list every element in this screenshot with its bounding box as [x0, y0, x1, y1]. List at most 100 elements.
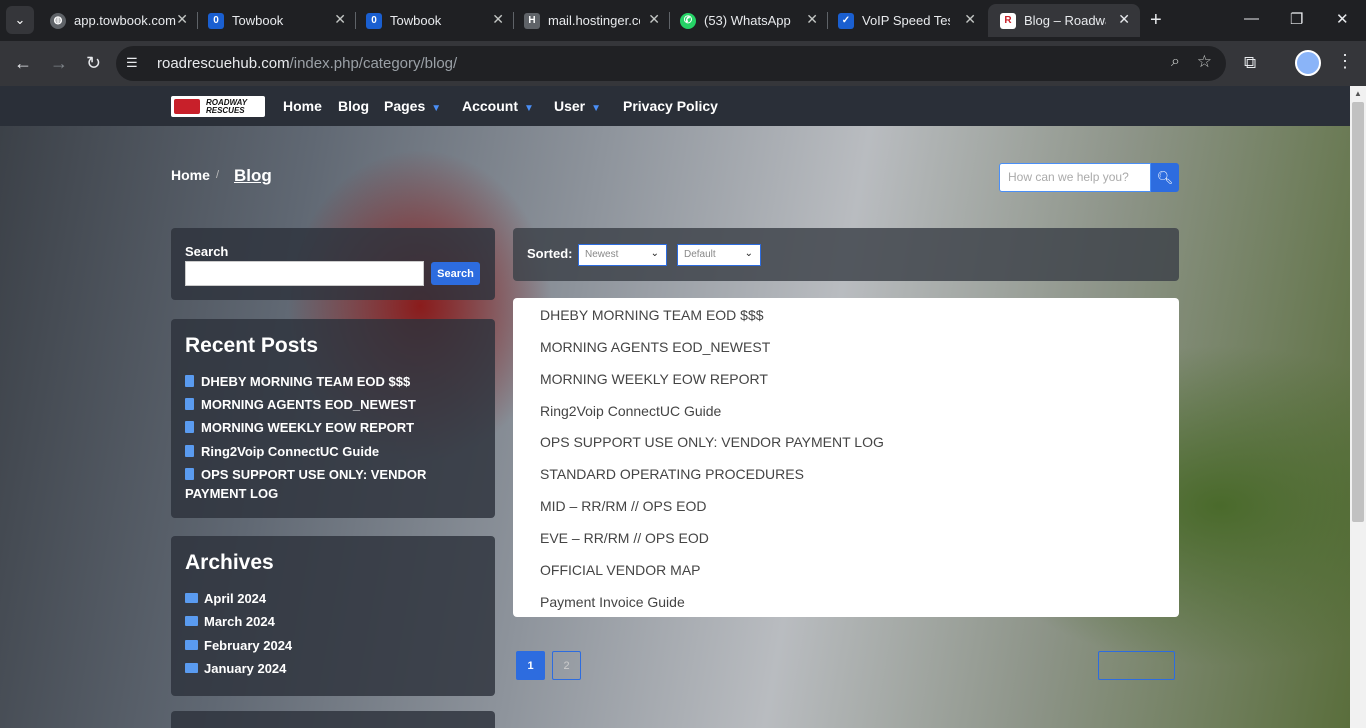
close-icon[interactable]: ✕: [1118, 11, 1130, 28]
chevron-down-icon: ⌄: [650, 248, 659, 259]
close-icon[interactable]: ✕: [492, 11, 504, 28]
post-link[interactable]: DHEBY MORNING TEAM EOD $$$: [540, 307, 764, 323]
zoom-icon[interactable]: ⌕: [1171, 53, 1180, 71]
archives-widget: Archives April 2024 March 2024 February …: [171, 536, 495, 696]
post-list: DHEBY MORNING TEAM EOD $$$ MORNING AGENT…: [513, 298, 1179, 617]
breadcrumb-current[interactable]: Blog: [234, 166, 272, 186]
sort-order-select[interactable]: Newest ⌄: [578, 244, 667, 266]
mail-icon: H: [524, 12, 540, 29]
nav-privacy-policy[interactable]: Privacy Policy: [623, 98, 718, 114]
recent-posts-widget: Recent Posts DHEBY MORNING TEAM EOD $$$ …: [171, 319, 495, 518]
towbook-icon: 0: [366, 12, 382, 29]
close-icon[interactable]: ✕: [176, 11, 188, 28]
site-search-input[interactable]: How can we help you?: [999, 163, 1151, 192]
sort-mode-select[interactable]: Default ⌄: [677, 244, 761, 266]
folder-icon: [185, 640, 198, 650]
sidebar-search-input[interactable]: [185, 261, 424, 286]
tow-truck-icon: [174, 99, 200, 114]
reload-icon[interactable]: ↻: [86, 53, 101, 74]
bookmark-star-icon[interactable]: ☆: [1197, 52, 1212, 72]
next-page-button[interactable]: [1098, 651, 1175, 680]
nav-user[interactable]: User ▼: [554, 98, 601, 114]
nav-pages[interactable]: Pages ▼: [384, 98, 441, 114]
restore-icon[interactable]: ❐: [1290, 10, 1303, 28]
tab-hostinger-mail[interactable]: H mail.hostinger.com ✕: [512, 4, 670, 37]
globe-icon: ◍: [50, 12, 66, 29]
breadcrumb-home[interactable]: Home: [171, 167, 210, 183]
folder-icon: [185, 616, 198, 626]
close-icon[interactable]: ✕: [648, 11, 660, 28]
page-1-button[interactable]: 1: [516, 651, 545, 680]
more-menu-icon[interactable]: ⋮: [1336, 51, 1354, 72]
sort-bar: Sorted: Newest ⌄ Default ⌄: [513, 228, 1179, 281]
new-tab-button[interactable]: +: [1150, 9, 1162, 32]
recent-post-link[interactable]: MORNING WEEKLY EOW REPORT: [185, 418, 485, 437]
post-link[interactable]: EVE – RR/RM // OPS EOD: [540, 530, 709, 546]
sidebar-search-button[interactable]: Search: [431, 262, 480, 285]
search-label: Search: [185, 244, 229, 259]
tab-whatsapp[interactable]: ✆ (53) WhatsApp ✕: [668, 4, 828, 37]
sidebar-search-widget: Search Search: [171, 228, 495, 300]
recent-posts-title: Recent Posts: [185, 334, 319, 357]
post-link[interactable]: MORNING AGENTS EOD_NEWEST: [540, 339, 770, 355]
tab-strip: ⌄ ◍ app.towbook.com ✕ 0 Towbook ✕ 0 Towb…: [0, 0, 1366, 41]
browser-toolbar: ← → ↻ ☰ roadrescuehub.com/index.php/cate…: [0, 41, 1366, 86]
archive-link[interactable]: February 2024: [185, 638, 292, 653]
post-link[interactable]: STANDARD OPERATING PROCEDURES: [540, 466, 804, 482]
scroll-up-arrow-icon[interactable]: ▲: [1354, 89, 1362, 98]
archives-title: Archives: [185, 551, 274, 574]
post-link[interactable]: MID – RR/RM // OPS EOD: [540, 498, 706, 514]
post-link[interactable]: OFFICIAL VENDOR MAP: [540, 562, 701, 578]
tab-towbook-1[interactable]: 0 Towbook ✕: [196, 4, 356, 37]
folder-icon: [185, 663, 198, 673]
post-link[interactable]: Ring2Voip ConnectUC Guide: [540, 403, 721, 419]
recent-post-link[interactable]: MORNING AGENTS EOD_NEWEST: [185, 395, 485, 414]
close-icon[interactable]: ✕: [964, 11, 976, 28]
tab-towbook-app[interactable]: ◍ app.towbook.com ✕: [38, 4, 198, 37]
recent-post-link[interactable]: DHEBY MORNING TEAM EOD $$$: [185, 372, 485, 391]
close-icon[interactable]: ✕: [806, 11, 818, 28]
nav-home[interactable]: Home: [283, 98, 322, 114]
post-link[interactable]: OPS SUPPORT USE ONLY: VENDOR PAYMENT LOG: [540, 434, 884, 450]
sidebar-widget-partial: [171, 711, 495, 728]
recent-post-link[interactable]: Ring2Voip ConnectUC Guide: [185, 442, 485, 461]
scrollbar-thumb[interactable]: [1352, 102, 1364, 522]
document-icon: [185, 375, 194, 387]
page-scrollbar[interactable]: ▲: [1350, 86, 1366, 728]
forward-arrow-icon[interactable]: →: [50, 53, 68, 74]
nav-blog[interactable]: Blog: [338, 98, 369, 114]
site-logo[interactable]: ROADWAY RESCUES: [171, 96, 265, 117]
close-icon[interactable]: ✕: [334, 11, 346, 28]
page-2-button[interactable]: 2: [552, 651, 581, 680]
search-icon: 🔍︎: [1156, 169, 1174, 185]
archive-link[interactable]: January 2024: [185, 661, 286, 676]
tab-voip-speed-test[interactable]: ✓ VoIP Speed Test ✕: [826, 4, 986, 37]
window-close-icon[interactable]: ✕: [1336, 10, 1349, 28]
archive-link[interactable]: April 2024: [185, 591, 266, 606]
recent-post-link[interactable]: OPS SUPPORT USE ONLY: VENDOR PAYMENT LOG: [185, 465, 485, 503]
minimize-icon[interactable]: —: [1244, 10, 1259, 27]
site-navbar: ROADWAY RESCUES Home Blog Pages ▼ Account…: [0, 86, 1350, 126]
extensions-puzzle-icon[interactable]: ⧉: [1244, 53, 1256, 73]
tab-towbook-2[interactable]: 0 Towbook ✕: [354, 4, 514, 37]
site-settings-icon[interactable]: ☰: [126, 55, 144, 73]
chevron-down-icon: ▼: [591, 103, 602, 114]
archive-link[interactable]: March 2024: [185, 614, 275, 629]
site-search-button[interactable]: 🔍︎: [1151, 163, 1179, 192]
tab-search-button[interactable]: ⌄: [6, 6, 34, 34]
towbook-icon: 0: [208, 12, 224, 29]
post-link[interactable]: MORNING WEEKLY EOW REPORT: [540, 371, 768, 387]
nav-account[interactable]: Account ▼: [462, 98, 534, 114]
document-icon: [185, 445, 194, 457]
post-link[interactable]: Payment Invoice Guide: [540, 594, 685, 610]
roadway-icon: R: [1000, 12, 1016, 29]
chevron-down-icon: ▼: [524, 103, 534, 114]
address-bar[interactable]: ☰ roadrescuehub.com/index.php/category/b…: [116, 46, 1226, 81]
profile-avatar[interactable]: [1295, 50, 1321, 76]
document-icon: [185, 398, 194, 410]
folder-icon: [185, 593, 198, 603]
back-arrow-icon[interactable]: ←: [14, 53, 32, 74]
tab-blog-roadway[interactable]: R Blog – Roadway Rescues ✕: [988, 4, 1140, 37]
document-icon: [185, 468, 194, 480]
whatsapp-icon: ✆: [680, 12, 696, 29]
